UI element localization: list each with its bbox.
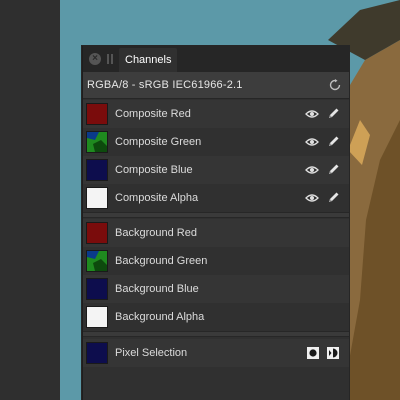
eye-icon[interactable] [305,136,319,148]
channel-row-pixel-selection[interactable]: Pixel Selection [83,339,349,367]
red-thumbnail [86,103,108,125]
channel-label: Background Alpha [115,311,205,323]
channel-label: Composite Alpha [115,192,199,204]
eye-icon[interactable] [305,192,319,204]
colorspace-bar: RGBA/8 - sRGB IEC61966-2.1 [83,72,349,99]
red-thumbnail [86,222,108,244]
selection-thumbnail [86,342,108,364]
grip-icon[interactable] [107,54,113,64]
channel-row-composite-alpha[interactable]: Composite Alpha [83,184,349,212]
pencil-icon[interactable] [327,107,340,120]
alpha-thumbnail [86,306,108,328]
blue-thumbnail [86,278,108,300]
colorspace-label: RGBA/8 - sRGB IEC61966-2.1 [87,79,243,91]
section-divider [83,212,349,218]
channel-label: Background Green [115,255,208,267]
close-icon[interactable]: × [89,53,101,65]
eye-icon[interactable] [305,164,319,176]
invert-selection-icon[interactable] [327,347,339,359]
green-thumbnail [86,131,108,153]
channel-label: Composite Green [115,136,202,148]
blue-thumbnail [86,159,108,181]
pencil-icon[interactable] [327,191,340,204]
panel-titlebar: × Channels [83,46,349,72]
channel-row-composite-red[interactable]: Composite Red [83,100,349,128]
channel-label: Composite Red [115,108,191,120]
channel-row-background-alpha[interactable]: Background Alpha [83,303,349,331]
reset-icon[interactable] [329,79,341,91]
channel-label: Background Red [115,227,197,239]
pencil-icon[interactable] [327,135,340,148]
green-thumbnail [86,250,108,272]
channel-row-background-blue[interactable]: Background Blue [83,275,349,303]
channel-row-composite-green[interactable]: Composite Green [83,128,349,156]
alpha-thumbnail [86,187,108,209]
fill-selection-icon[interactable] [307,347,319,359]
channel-row-background-red[interactable]: Background Red [83,219,349,247]
channel-row-composite-blue[interactable]: Composite Blue [83,156,349,184]
tab-channels[interactable]: Channels [119,48,178,72]
pencil-icon[interactable] [327,163,340,176]
section-divider [83,331,349,337]
channel-label: Composite Blue [115,164,193,176]
eye-icon[interactable] [305,108,319,120]
channel-label: Background Blue [115,283,199,295]
channel-label: Pixel Selection [115,347,188,359]
channels-panel: × Channels RGBA/8 - sRGB IEC61966-2.1 Co… [82,46,349,400]
left-toolbar-area [0,0,60,400]
channel-row-background-green[interactable]: Background Green [83,247,349,275]
